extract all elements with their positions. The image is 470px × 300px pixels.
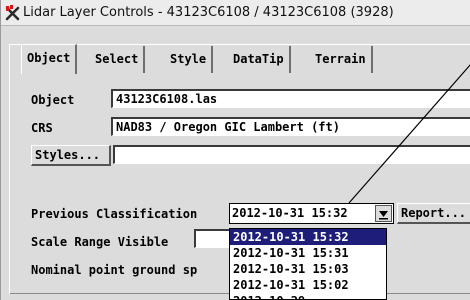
dropdown-option[interactable]: 2012-10-31 15:02 [230,277,386,293]
dropdown-option[interactable]: 2012-10-31 15:31 [230,245,386,261]
object-label: Object [31,93,75,107]
scale-range-visible-label: Scale Range Visible [31,235,169,249]
dropdown-option[interactable]: 2012-10-29 [230,293,386,300]
window-title: Lidar Layer Controls - 43123C6108 / 4312… [23,5,394,20]
tab-style[interactable]: Style [165,46,214,73]
scale-range-field[interactable] [194,229,231,248]
styles-field[interactable] [113,145,470,164]
previous-classification-label: Previous Classification [31,207,198,221]
tab-terrain[interactable]: Terrain [310,46,373,73]
chevron-down-icon[interactable] [375,205,392,222]
report-button[interactable]: Report... [397,203,470,224]
crs-field[interactable]: NAD83 / Oregon GIC Lambert (ft) [111,117,470,136]
tab-object[interactable]: Object [21,44,78,74]
dropdown-option[interactable]: 2012-10-31 15:32 [230,229,386,245]
crs-label: CRS [31,121,53,135]
object-field[interactable]: 43123C6108.las [111,89,470,108]
lidar-app-icon [5,5,21,21]
classification-dropdown-list: 2012-10-31 15:32 2012-10-31 15:31 2012-1… [229,228,387,300]
previous-classification-select[interactable]: 2012-10-31 15:32 [229,203,394,224]
previous-classification-value: 2012-10-31 15:32 [232,206,348,220]
nominal-point-spacing-label: Nominal point ground sp [31,263,198,277]
title-bar[interactable]: Lidar Layer Controls - 43123C6108 / 4312… [1,0,470,26]
styles-button[interactable]: Styles... [31,145,111,166]
dropdown-option[interactable]: 2012-10-31 15:03 [230,261,386,277]
lidar-layer-controls-window: Lidar Layer Controls - 43123C6108 / 4312… [0,0,470,300]
tab-datatip[interactable]: DataTip [228,46,291,73]
tab-select[interactable]: Select [90,46,146,73]
